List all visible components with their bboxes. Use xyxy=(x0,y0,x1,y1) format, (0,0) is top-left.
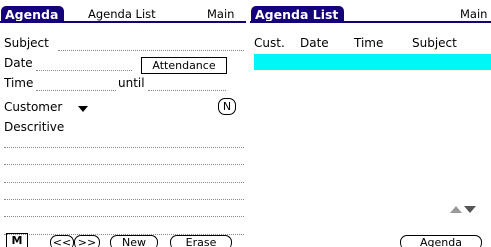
subject-input[interactable] xyxy=(58,50,244,51)
footer-m-wrap: M xyxy=(4,233,28,247)
agenda-list-menu[interactable]: Agenda List xyxy=(88,7,156,22)
column-header-customer[interactable]: Cust. xyxy=(254,36,285,50)
column-header-date[interactable]: Date xyxy=(300,36,329,50)
descriptive-label: Descritive xyxy=(4,120,65,134)
column-header-subject[interactable]: Subject xyxy=(412,36,457,50)
agenda-screen: Agenda Agenda List Main Subject Date Att… xyxy=(0,0,246,247)
description-line-3[interactable] xyxy=(4,182,244,183)
attendance-button[interactable]: Attendance xyxy=(141,57,227,74)
m-button[interactable]: M xyxy=(6,233,28,247)
title-bar: Agenda List Main xyxy=(250,6,491,24)
main-menu[interactable]: Main xyxy=(460,7,487,22)
title-underline xyxy=(250,21,491,23)
selected-row[interactable] xyxy=(254,54,491,70)
scroll-down-icon[interactable] xyxy=(464,206,476,213)
prev-button[interactable]: << xyxy=(50,235,74,247)
new-button[interactable]: New xyxy=(110,235,158,247)
description-line-4[interactable] xyxy=(4,199,244,200)
customer-label: Customer xyxy=(4,100,63,114)
time-end-input[interactable] xyxy=(148,90,226,91)
date-input[interactable] xyxy=(36,70,132,71)
chevron-down-icon[interactable] xyxy=(78,106,88,112)
main-menu[interactable]: Main xyxy=(207,7,234,22)
date-label: Date xyxy=(4,56,33,70)
erase-button[interactable]: Erase xyxy=(170,235,232,247)
n-button[interactable]: N xyxy=(218,98,236,115)
description-line-5[interactable] xyxy=(4,216,244,217)
time-start-input[interactable] xyxy=(36,90,116,91)
next-button[interactable]: >> xyxy=(74,235,100,247)
scroll-up-icon[interactable] xyxy=(450,206,462,213)
description-line-2[interactable] xyxy=(4,164,244,165)
time-label: Time xyxy=(4,76,34,90)
description-line-1[interactable] xyxy=(4,147,244,148)
agenda-list-screen: Agenda List Main Cust. Date Time Subject… xyxy=(250,0,491,247)
subject-label: Subject xyxy=(4,36,49,50)
column-header-time[interactable]: Time xyxy=(354,36,383,50)
title-bar: Agenda Agenda List Main xyxy=(0,6,246,24)
scroll-arrows xyxy=(450,206,476,213)
agenda-button[interactable]: Agenda xyxy=(400,235,482,247)
until-label: until xyxy=(118,76,145,90)
